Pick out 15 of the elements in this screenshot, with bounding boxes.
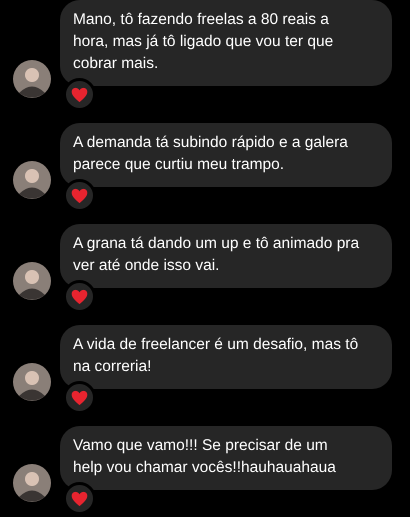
heart-icon [71, 390, 88, 406]
avatar-icon [13, 464, 51, 502]
message-bubble: A vida de freelancer é um desafio, mas tô na correria! [60, 325, 392, 389]
avatar-icon [13, 363, 51, 401]
message-bubble: Mano, tô fazendo freelas a 80 reais a hora, mas já tô ligado que vou ter que cobrar mais. [60, 0, 392, 86]
avatar-icon [13, 60, 51, 98]
heart-icon [71, 490, 88, 506]
message-bubble: A grana tá dando um up e tô animado pra ver até onde isso vai. [60, 224, 392, 288]
avatar-icon [13, 161, 51, 199]
heart-icon [71, 188, 88, 204]
heart-icon [71, 86, 88, 102]
avatar-icon [13, 262, 51, 300]
message-bubble: Vamo que vamo!!! Se precisar de um help vou chamar vocês!!hauhauahaua [60, 426, 392, 490]
message-bubble: A demanda tá subindo rápido e a galera parece que curtiu meu trampo. [60, 123, 392, 187]
heart-icon [71, 288, 88, 304]
